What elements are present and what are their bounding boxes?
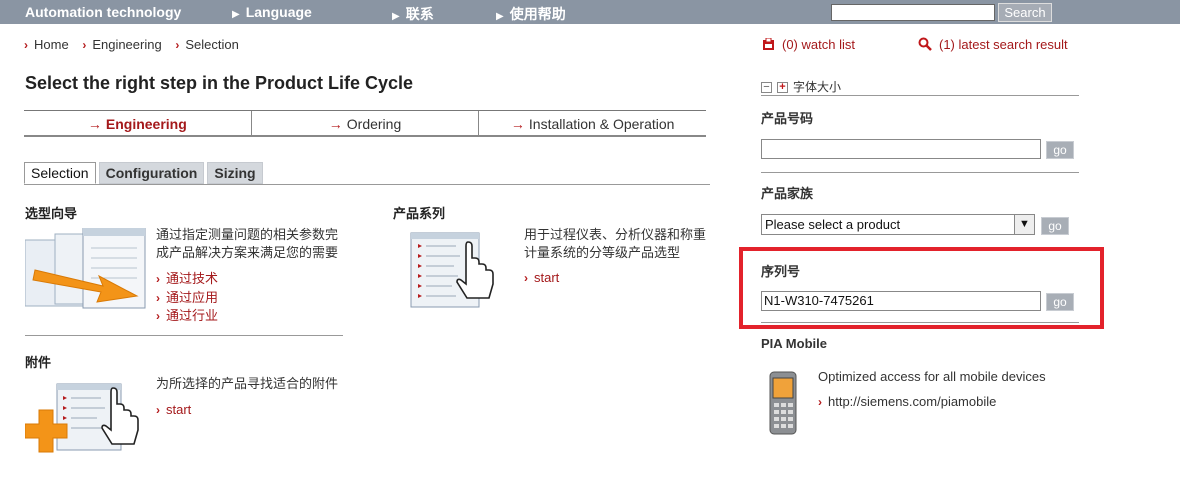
font-size-control: − + 字体大小 [761,78,841,95]
chevron-right-icon: › [818,395,822,409]
right-divider [761,95,1079,96]
serial-go-button[interactable]: go [1046,293,1074,311]
breadcrumb: › Home › Engineering › Selection [24,37,249,52]
wizard-illustration [25,228,146,309]
lifecycle-bar: → Engineering → Ordering → Installation & O… [24,110,706,137]
product-family-selected: Please select a product [765,217,901,232]
help-menu[interactable]: ▶ 使用帮助 [496,4,566,24]
chevron-right-icon: › [24,38,28,52]
contact-menu[interactable]: ▶ 联系 [392,4,434,24]
chevron-right-icon: › [82,38,87,52]
serial-number-input[interactable]: N1-W310-7475261 [761,291,1041,311]
wizard-link-technology[interactable]: › 通过技术 [156,268,218,287]
family-start-link[interactable]: › start [524,270,559,285]
triangle-right-icon: ▶ [496,11,504,22]
plus-icon[interactable]: + [777,82,788,94]
product-code-go-button[interactable]: go [1046,141,1074,159]
site-search-input[interactable] [831,4,995,21]
product-family-go-button[interactable]: go [1041,217,1069,235]
arrow-right-icon: → [87,116,102,132]
section-divider [25,335,343,336]
page-title: Select the right step in the Product Lif… [25,73,414,93]
wizard-link-application[interactable]: › 通过应用 [156,287,218,306]
serial-highlight-box [739,247,1104,329]
breadcrumb-home[interactable]: › Home [24,37,69,52]
lifecycle-installation[interactable]: → Installation & Operation [479,111,706,135]
accessories-illustration [25,383,139,453]
arrow-right-icon: → [328,116,343,132]
chevron-right-icon: › [524,271,528,285]
mobile-description: Optimized access for all mobile devices [818,369,1046,384]
mobile-title: PIA Mobile [761,336,827,351]
product-family-select[interactable]: Please select a product ▼ [761,214,1035,235]
wizard-title: 选型向导 [25,206,78,221]
serial-label: 序列号 [761,264,801,279]
language-label: Language [245,4,312,20]
chevron-right-icon: › [156,309,160,323]
accessories-title: 附件 [25,355,52,370]
right-divider [761,172,1079,173]
lifecycle-engineering[interactable]: → Engineering [24,111,252,135]
minus-icon[interactable]: − [761,82,772,94]
right-divider [761,322,1079,323]
magnifier-icon [918,37,932,51]
triangle-right-icon: ▶ [232,9,240,20]
breadcrumb-selection[interactable]: › Selection [175,37,238,52]
brand-link[interactable]: Automation technology [25,4,181,20]
chevron-right-icon: › [156,403,160,417]
clipboard-icon [763,37,774,50]
contact-label: 联系 [405,6,434,22]
mobile-link[interactable]: › http://siemens.com/piamobile [818,394,996,409]
family-illustration [410,232,494,308]
tab-bar: Selection Configuration Sizing [24,162,266,184]
tab-divider [24,184,710,185]
lifecycle-ordering[interactable]: → Ordering [252,111,480,135]
font-size-label: 字体大小 [793,80,842,94]
triangle-right-icon: ▶ [392,11,400,22]
language-menu[interactable]: ▶ Language [232,4,312,20]
product-code-label: 产品号码 [761,111,814,126]
chevron-right-icon: › [156,272,160,286]
wizard-link-industry[interactable]: › 通过行业 [156,305,218,324]
family-title: 产品系列 [393,206,446,221]
mobile-phone-icon [769,371,797,435]
help-label: 使用帮助 [509,6,566,22]
tab-sizing[interactable]: Sizing [207,162,263,184]
product-family-label: 产品家族 [761,186,814,201]
wizard-description: 通过指定测量问题的相关参数完成产品解决方案来满足您的需要 [156,227,339,260]
latest-search-link[interactable]: (1) latest search result [918,37,1068,52]
family-description: 用于过程仪表、分析仪器和称重计量系统的分等级产品选型 [524,227,707,260]
search-button[interactable]: Search [998,3,1052,22]
accessories-start-link[interactable]: › start [156,402,191,417]
chevron-right-icon: › [156,291,160,305]
breadcrumb-engineering[interactable]: › Engineering [82,37,161,52]
top-navigation-bar: Automation technology ▶ Language ▶ 联系 ▶ 使用帮… [0,0,1180,24]
chevron-down-icon: ▼ [1014,215,1034,234]
watch-list-link[interactable]: (0) watch list [762,37,855,52]
chevron-right-icon: › [175,38,180,52]
product-code-input[interactable] [761,139,1041,159]
arrow-right-icon: → [510,116,525,132]
tab-selection[interactable]: Selection [24,162,96,184]
tab-configuration[interactable]: Configuration [98,162,205,184]
accessories-description: 为所选择的产品寻找适合的附件 [156,376,339,391]
